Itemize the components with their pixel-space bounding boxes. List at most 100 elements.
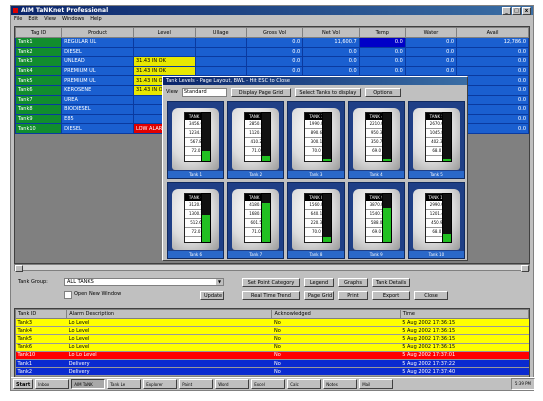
level-bar <box>442 112 452 162</box>
cell-tag: Tank1 <box>15 37 63 48</box>
cell-time: 5 Aug 2002 17:36:15 <box>400 318 529 328</box>
legend-button[interactable]: Legend <box>304 278 334 287</box>
minimize-button[interactable]: _ <box>502 7 511 15</box>
tank-gauge[interactable]: TANK 2 2850.0 1120.4 410.2 71.0 Tank 2 <box>227 101 285 179</box>
tank-label: Tank 3 <box>288 170 344 178</box>
tank-gauge[interactable]: TANK 5 2670.0 1045.8 402.3 68.0 Tank 5 <box>407 101 465 179</box>
tank-details-button[interactable]: Tank Details <box>372 278 410 287</box>
column-header[interactable]: Time <box>399 309 529 319</box>
tank-gauge[interactable]: TANK 10 2990.0 1201.4 450.9 68.0 Tank 10 <box>407 181 465 259</box>
tank-gauge[interactable]: TANK 4 2210.0 950.3 350.7 69.0 Tank 4 <box>347 101 405 179</box>
tank-gauge[interactable]: TANK 6 3120.0 1300.2 512.6 72.0 Tank 6 <box>167 181 225 259</box>
menu-file[interactable]: File <box>14 15 22 23</box>
maximize-button[interactable]: □ <box>512 7 521 15</box>
close-button[interactable]: x <box>522 7 531 15</box>
start-button[interactable]: Start <box>13 379 34 389</box>
cell-desc: Lo Level <box>66 334 272 344</box>
table-row[interactable]: Tank2 DIESEL 0.0 0.0 0.0 0.0 0.0 <box>15 46 529 58</box>
page-grid-button[interactable]: Page Grid <box>304 291 334 300</box>
taskbar-item[interactable]: Word <box>215 379 250 389</box>
view-label: View <box>166 89 178 95</box>
column-header[interactable]: Water <box>404 27 458 38</box>
cell-ack: No <box>271 334 401 344</box>
table-row[interactable]: Tank6 Lo Level No 5 Aug 2002 17:36:15 <box>15 343 529 352</box>
print-button[interactable]: Print <box>338 291 368 300</box>
tank-gauge[interactable]: TANK 8 1560.0 640.1 220.3 70.0 Tank 8 <box>287 181 345 259</box>
taskbar-item[interactable]: Mail <box>359 379 394 389</box>
cell-gross: 0.0 <box>245 46 304 58</box>
real-time-trend-button[interactable]: Real Time Trend <box>242 291 300 300</box>
cell-desc: Delivery <box>66 367 272 377</box>
tank-group-select[interactable]: ALL TANKS ▼ <box>64 278 224 286</box>
menu-view[interactable]: View <box>44 15 56 23</box>
table-row[interactable]: Tank5 Lo Level No 5 Aug 2002 17:36:15 <box>15 334 529 344</box>
cell-time: 5 Aug 2002 17:36:15 <box>400 343 529 352</box>
cell-level <box>132 46 196 58</box>
column-header[interactable]: Avail <box>456 27 529 38</box>
level-bar <box>201 192 212 243</box>
update-button[interactable]: Update <box>200 291 224 300</box>
scroll-left-button[interactable] <box>15 265 23 272</box>
table-row[interactable]: Tank10 Lo Lo Level No 5 Aug 2002 17:37:01 <box>15 351 529 360</box>
column-header[interactable]: Tag ID <box>15 27 63 38</box>
table-row[interactable]: Tank1 REGULAR UL 0.0 11,600.7 0.0 0.0 12,786.0 <box>15 37 529 48</box>
cell-product: UREA <box>61 94 134 106</box>
menu-windows[interactable]: Windows <box>62 15 84 23</box>
table-row[interactable]: Tank3 UNLEAD 31.43 IN OK 0.0 0.0 0.0 0.0 0.0 <box>15 56 529 67</box>
cell-desc: Lo Level <box>66 318 272 328</box>
cell-avail: 0.0 <box>456 56 529 67</box>
column-header[interactable]: Level <box>132 27 196 38</box>
column-header[interactable]: Alarm Description <box>66 309 273 319</box>
taskbar-item[interactable]: Notes <box>323 379 358 389</box>
options-button[interactable]: Options <box>364 87 401 97</box>
scroll-right-button[interactable] <box>521 265 529 272</box>
view-select[interactable]: Standard <box>181 87 227 97</box>
cell-product: PREMIUM UL <box>61 65 134 77</box>
column-header[interactable]: Product <box>61 27 134 38</box>
taskbar-item[interactable]: Calc <box>287 379 322 389</box>
level-bar <box>381 112 392 162</box>
tank-label: Tank 1 <box>168 170 224 178</box>
taskbar-item[interactable]: Excel <box>251 379 286 389</box>
column-header[interactable]: Tank ID <box>15 309 68 319</box>
export-button[interactable]: Export <box>372 291 410 300</box>
tank-levels-dialog: Tank Levels - Page Layout, BWL - Hit ESC… <box>162 76 468 261</box>
graphs-button[interactable]: Graphs <box>338 278 368 287</box>
cell-desc: Lo Lo Level <box>66 351 272 360</box>
close-panel-button[interactable]: Close <box>414 291 448 300</box>
horizontal-scrollbar[interactable] <box>14 264 530 272</box>
cell-tag: Tank8 <box>15 104 63 115</box>
menu-help[interactable]: Help <box>90 15 101 23</box>
cell-id: Tank10 <box>15 351 67 360</box>
tank-gauge[interactable]: TANK 1 3456.0 1234.5 567.8 72.0 Tank 1 <box>167 101 225 179</box>
select-tanks-button[interactable]: Select Tanks to display <box>294 87 361 97</box>
table-row[interactable]: Tank3 Lo Level No 5 Aug 2002 17:36:15 <box>15 318 529 328</box>
tank-gauge[interactable]: TANK 3 1990.0 890.6 300.1 70.0 Tank 3 <box>287 101 345 179</box>
table-row[interactable]: Tank4 Lo Level No 5 Aug 2002 17:36:15 <box>15 326 529 336</box>
taskbar-item[interactable]: AIM TaNK <box>71 379 106 389</box>
column-header[interactable]: Net Vol <box>302 27 360 38</box>
cell-id: Tank3 <box>15 318 67 328</box>
alarm-events-panel[interactable]: Tank ID Alarm Description Acknowledged Time… <box>14 308 530 378</box>
taskbar-item[interactable]: Explorer <box>143 379 178 389</box>
table-row[interactable]: Tank2 Delivery No 5 Aug 2002 17:37:40 <box>15 367 529 377</box>
column-header[interactable]: Gross Vol <box>245 27 304 38</box>
open-new-window-checkbox[interactable] <box>64 291 72 299</box>
cell-tag: Tank7 <box>15 94 63 106</box>
display-page-grid-button[interactable]: Display Page Grid <box>230 87 291 97</box>
tank-gauge[interactable]: TANK 7 4180.0 1680.9 601.5 71.0 Tank 7 <box>227 181 285 259</box>
column-header[interactable]: Temp <box>358 27 406 38</box>
chevron-down-icon[interactable]: ▼ <box>216 279 223 285</box>
table-row[interactable]: Tank4 PREMIUM UL 31.43 IN OK 0.0 0.0 0.0 0.0 0.… <box>15 65 529 77</box>
cell-ullage <box>194 37 247 48</box>
column-header[interactable]: Acknowledged <box>271 309 401 319</box>
set-point-category-button[interactable]: Set Point Category <box>242 278 300 287</box>
column-header[interactable]: Ullage <box>194 27 247 38</box>
level-fill <box>443 158 451 161</box>
tank-gauge[interactable]: TANK 9 3870.0 1540.7 588.0 69.0 Tank 9 <box>347 181 405 259</box>
taskbar-item[interactable]: Inbox <box>35 379 70 389</box>
taskbar-item[interactable]: Paint <box>179 379 214 389</box>
taskbar-item[interactable]: Tank Le <box>107 379 142 389</box>
menu-edit[interactable]: Edit <box>28 15 38 23</box>
table-row[interactable]: Tank1 Delivery No 5 Aug 2002 17:37:22 <box>15 359 529 369</box>
